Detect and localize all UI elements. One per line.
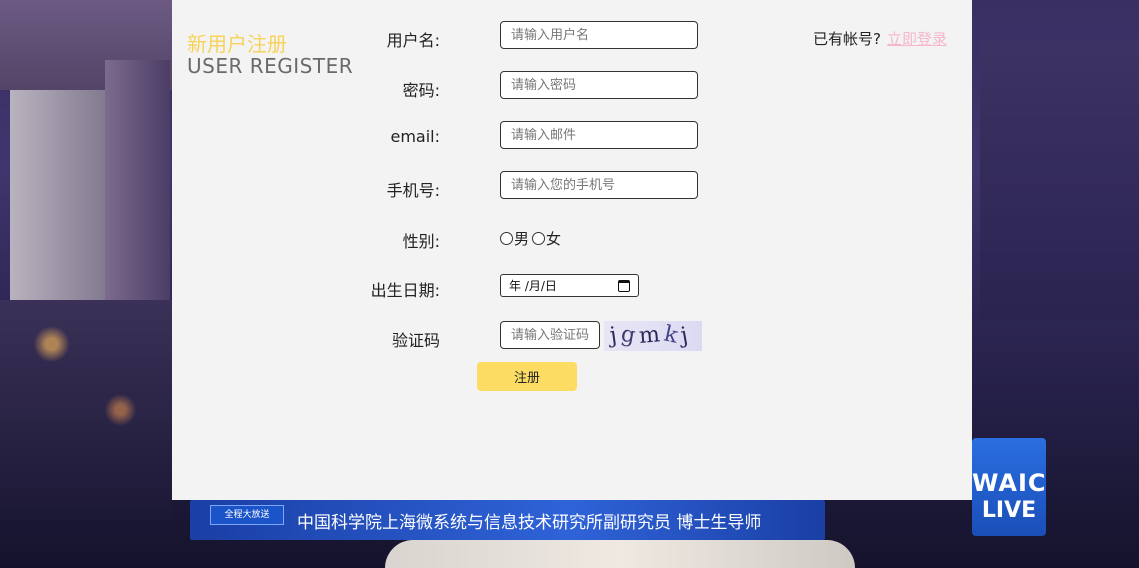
background-person [385,540,855,568]
captcha-input[interactable] [500,321,600,349]
login-link[interactable]: 立即登录 [887,30,947,48]
register-panel: 新用户注册 USER REGISTER 已有帐号? 立即登录 用户名: 密码: e… [172,0,972,500]
broadcast-caption: 中国科学院上海微系统与信息技术研究所副研究员 博士生导师 [297,513,762,533]
background-city-lights [0,300,172,520]
phone-label: 手机号: [386,181,440,200]
email-input[interactable] [500,121,698,149]
background-building [105,60,170,330]
background-building [980,40,1139,320]
calendar-icon[interactable] [618,279,630,292]
broadcast-tag: 全程大放送 [210,505,284,525]
gender-radio-group: 男 女 [500,228,564,249]
captcha-label: 验证码 [391,331,440,350]
gender-male-label: 男 [514,230,530,248]
username-input[interactable] [500,21,698,49]
background-building [10,90,105,330]
email-label: email: [390,127,440,146]
birthday-label: 出生日期: [370,281,440,300]
username-label: 用户名: [386,31,440,50]
gender-female-label: 女 [546,230,562,248]
captcha-image[interactable]: jgmkj [604,321,702,351]
gender-male-radio[interactable] [500,232,513,245]
gender-female-radio[interactable] [532,232,546,245]
login-prompt: 已有帐号? 立即登录 [813,28,947,49]
page-subtitle: USER REGISTER [187,54,354,78]
gender-label: 性别: [402,232,440,251]
logo-text: WAIC [972,469,1047,497]
captcha-char: j [678,322,694,349]
birthday-date-input[interactable]: 年 /月/日 [500,274,639,297]
password-input[interactable] [500,71,698,99]
logo-text: LIVE [981,498,1037,523]
has-account-text: 已有帐号? [813,30,881,48]
password-label: 密码: [402,81,440,100]
page-title: 新用户注册 [187,32,287,56]
birthday-date-value: 年 /月/日 [509,279,557,293]
phone-input[interactable] [500,171,698,199]
waic-live-logo: WAIC LIVE [972,438,1046,536]
register-button[interactable]: 注册 [477,362,577,391]
